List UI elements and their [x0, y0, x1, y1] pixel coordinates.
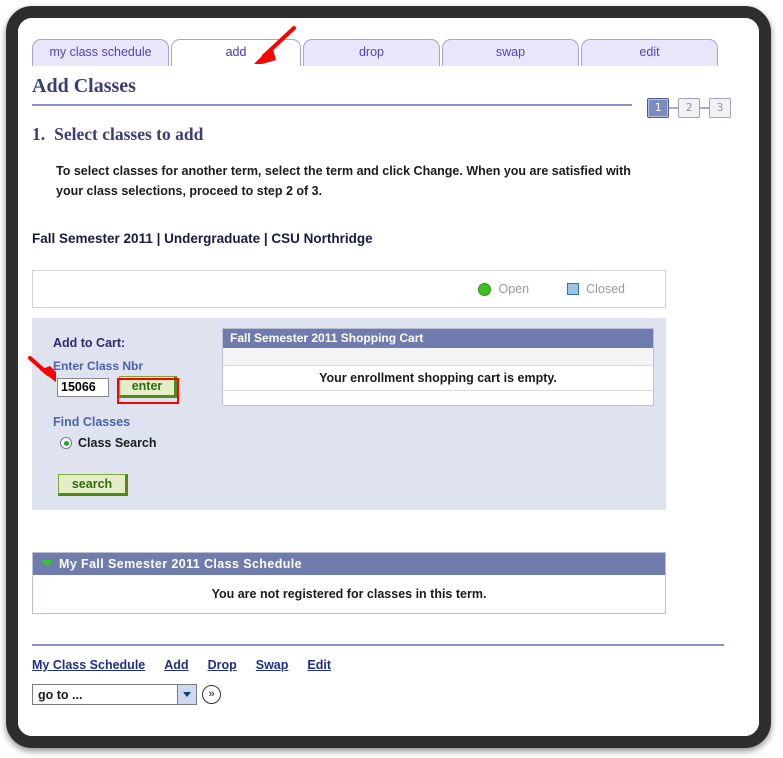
search-button[interactable]: search	[58, 474, 128, 496]
footer-link-drop[interactable]: Drop	[208, 658, 237, 672]
status-legend: Open Closed	[32, 270, 666, 308]
legend-closed-label: Closed	[586, 282, 625, 296]
goto-submit-button[interactable]: »	[202, 685, 221, 704]
shopping-cart: Fall Semester 2011 Shopping Cart Your en…	[222, 328, 654, 406]
class-nbr-label: Enter Class Nbr	[53, 359, 144, 373]
tab-drop[interactable]: drop	[303, 39, 440, 66]
open-circle-icon	[478, 282, 492, 296]
goto-select[interactable]: go to ...	[32, 684, 197, 705]
tab-my-class-schedule[interactable]: my class schedule	[32, 39, 169, 66]
add-to-cart-section: Add to Cart: Enter Class Nbr 15066 enter…	[32, 318, 222, 510]
footer-link-swap[interactable]: Swap	[256, 658, 289, 672]
class-search-radio-row[interactable]: Class Search	[60, 436, 157, 450]
step-connector	[669, 107, 678, 109]
chevron-down-icon[interactable]	[177, 685, 196, 704]
closed-square-icon	[567, 283, 580, 295]
step-2[interactable]: 2	[678, 98, 700, 118]
section-heading: 1. Select classes to add	[32, 124, 203, 145]
step-3[interactable]: 3	[709, 98, 731, 118]
section-number: 1.	[32, 124, 46, 144]
tab-bar: my class schedule add drop swap edit	[32, 37, 732, 66]
class-schedule-header-label: My Fall Semester 2011 Class Schedule	[59, 557, 302, 571]
step-1[interactable]: 1	[647, 98, 669, 118]
instructions-text: To select classes for another term, sele…	[56, 164, 631, 198]
tab-edit[interactable]: edit	[581, 39, 718, 66]
class-nbr-input[interactable]: 15066	[57, 378, 109, 397]
shopping-cart-header: Fall Semester 2011 Shopping Cart	[223, 329, 653, 348]
legend-open-label: Open	[498, 282, 530, 296]
class-schedule-message: You are not registered for classes in th…	[211, 587, 487, 601]
find-classes-label: Find Classes	[53, 415, 131, 429]
class-schedule-section: My Fall Semester 2011 Class Schedule You…	[32, 552, 666, 614]
screenshot-root: my class schedule add drop swap edit Add…	[0, 0, 783, 758]
shopping-cart-empty-message: Your enrollment shopping cart is empty.	[223, 366, 653, 391]
title-divider	[32, 104, 632, 106]
footer-divider	[32, 644, 724, 646]
footer-link-add[interactable]: Add	[164, 658, 188, 672]
section-title: Select classes to add	[54, 124, 204, 144]
footer-link-edit[interactable]: Edit	[307, 658, 331, 672]
legend-closed: Closed	[567, 282, 625, 296]
enter-button[interactable]: enter	[119, 376, 177, 398]
class-schedule-header: My Fall Semester 2011 Class Schedule	[33, 553, 665, 575]
step-indicator: 1 2 3	[647, 98, 731, 118]
add-to-cart-heading: Add to Cart:	[53, 336, 126, 350]
step-connector	[700, 107, 709, 109]
add-classes-panel: Add to Cart: Enter Class Nbr 15066 enter…	[32, 318, 666, 510]
page-content: my class schedule add drop swap edit Add…	[18, 18, 759, 736]
class-search-label: Class Search	[78, 436, 157, 450]
term-summary: Fall Semester 2011 | Undergraduate | CSU…	[32, 231, 373, 246]
footer-links: My Class Schedule Add Drop Swap Edit	[32, 658, 350, 672]
radio-selected-icon[interactable]	[60, 437, 72, 449]
footer-link-my-class-schedule[interactable]: My Class Schedule	[32, 658, 145, 672]
page-title: Add Classes	[32, 75, 136, 97]
legend-open: Open	[478, 282, 529, 296]
tab-swap[interactable]: swap	[442, 39, 579, 66]
shopping-cart-subrow	[223, 348, 653, 366]
tab-add[interactable]: add	[171, 39, 301, 66]
shopping-cart-footer	[223, 391, 653, 404]
goto-row: go to ... »	[32, 684, 221, 705]
collapse-triangle-icon[interactable]	[41, 560, 53, 567]
goto-select-value: go to ...	[38, 687, 83, 702]
